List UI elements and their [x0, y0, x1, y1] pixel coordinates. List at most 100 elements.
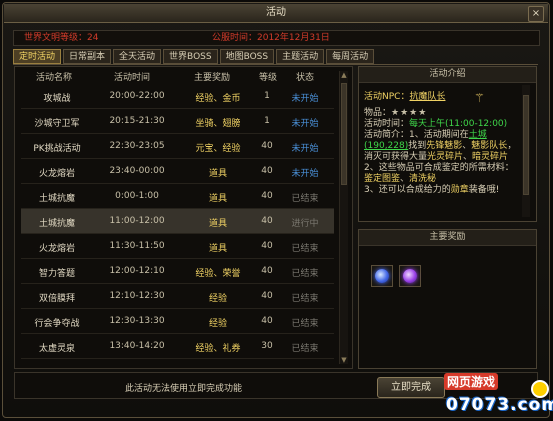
table-row[interactable]: 火龙熔岩 23:40-00:00 道具 40 未开始: [21, 159, 334, 184]
table-row[interactable]: 行会争夺战 12:30-13:30 经验 40 已结束: [21, 309, 334, 334]
activity-level: 40: [261, 166, 273, 176]
activity-time: 22:30-23:05: [109, 141, 165, 151]
activity-level: 40: [261, 266, 273, 276]
watermark-bottom-text: 07073.com: [446, 395, 553, 415]
activity-reward: 道具: [208, 169, 227, 179]
activity-status: 未开始: [291, 119, 319, 129]
activity-time: 20:00-22:00: [109, 91, 165, 101]
activity-time: 13:40-14:20: [109, 341, 165, 351]
activity-time: 12:30-13:30: [109, 316, 165, 326]
table-row[interactable]: 火龙熔岩 11:30-11:50 道具 40 已结束: [21, 234, 334, 259]
scroll-thumb[interactable]: [341, 83, 347, 185]
scroll-down-arrow-icon[interactable]: ▼: [340, 356, 348, 364]
watermark-logo: 网页游戏 07073.com: [440, 373, 553, 419]
activity-reward: 元宝、经验: [195, 144, 241, 154]
activity-name: 双倍膜拜: [38, 294, 75, 304]
table-row[interactable]: 沙城守卫军 20:15-21:30 坐骑、翅膀 1 未开始: [21, 109, 334, 134]
close-button[interactable]: ×: [528, 6, 544, 22]
watermark-ball-icon: [531, 380, 549, 398]
staff-icon: ⚚: [474, 91, 485, 105]
tab-timed-activity[interactable]: 定时活动: [13, 49, 62, 64]
desc3-c: 装备哦!: [468, 185, 500, 195]
blue-orb-icon: [375, 269, 389, 283]
notice-text: 此活动无法使用立即完成功能: [125, 384, 243, 394]
activity-status: 已结束: [291, 294, 319, 304]
activity-time: 12:10-12:30: [109, 291, 165, 301]
activity-time: 11:30-11:50: [109, 241, 165, 251]
reward-slot-2[interactable]: [399, 265, 421, 287]
activity-reward: 经验、礼券: [195, 344, 241, 354]
activity-name: 沙城守卫军: [34, 119, 80, 129]
header-time: 活动时间: [113, 73, 150, 83]
activity-time: 11:00-12:00: [109, 216, 165, 226]
intro-scrollbar[interactable]: [522, 85, 530, 217]
activity-reward: 道具: [208, 219, 227, 229]
rewards-panel: 主要奖励: [358, 229, 537, 369]
activity-reward: 道具: [208, 244, 227, 254]
activity-name: 行会争夺战: [34, 319, 80, 329]
table-row[interactable]: 土城抗魔 0:00-1:00 道具 40 已结束: [21, 184, 334, 209]
activity-status: 已结束: [291, 344, 319, 354]
desc1-i: 暗灵碎片: [472, 152, 509, 162]
intro-scroll-thumb[interactable]: [523, 95, 529, 195]
finish-now-button[interactable]: 立即完成: [377, 377, 445, 398]
tab-theme-activity[interactable]: 主题活动: [276, 49, 325, 64]
activity-time: 23:40-00:00: [109, 166, 165, 176]
item-stars: ★★★★: [391, 108, 428, 118]
activity-reward: 道具: [208, 194, 227, 204]
desc1-d: 、: [462, 141, 472, 151]
desc1-e: 魅影队长: [471, 141, 508, 151]
activity-status: 已结束: [291, 244, 319, 254]
table-row[interactable]: 土城抗魔 11:00-12:00 道具 40 进行中: [21, 209, 334, 234]
activity-level: 1: [264, 116, 270, 126]
activity-level: 40: [261, 141, 273, 151]
activity-name: 火龙熔岩: [38, 244, 75, 254]
reward-slot-1[interactable]: [371, 265, 393, 287]
activity-name: PK挑战活动: [33, 144, 81, 154]
tab-world-boss[interactable]: 世界BOSS: [163, 49, 218, 64]
table-row[interactable]: 攻城战 20:00-22:00 经验、金币 1 未开始: [21, 84, 334, 109]
table-row[interactable]: PK挑战活动 22:30-23:05 元宝、经验 40 未开始: [21, 134, 334, 159]
window-title: 活动: [266, 7, 286, 18]
scroll-up-arrow-icon[interactable]: ▲: [340, 71, 348, 79]
activity-time: 12:00-12:10: [109, 266, 165, 276]
header-name: 活动名称: [35, 73, 72, 83]
activity-status: 已结束: [291, 269, 319, 279]
tab-all-day-activity[interactable]: 全天活动: [113, 49, 162, 64]
activity-status: 已结束: [291, 194, 319, 204]
activity-status: 未开始: [291, 144, 319, 154]
table-row[interactable]: 双倍膜拜 12:10-12:30 经验 40 已结束: [21, 284, 334, 309]
activity-time: 20:15-21:30: [109, 116, 165, 126]
desc1-h: 、: [463, 152, 473, 162]
activity-level: 30: [261, 341, 273, 351]
activity-level: 40: [261, 191, 273, 201]
tab-daily-dungeon[interactable]: 日常副本: [63, 49, 112, 64]
table-scrollbar[interactable]: ▲ ▼: [339, 71, 348, 364]
desc2-a: 2、这些物品可合成鉴定的所需材料：: [364, 163, 514, 173]
intro-panel: 活动介绍 活动NPC：抗魔队长 物品：★★★★ 活动时间：每天上午(11:00-…: [358, 66, 537, 222]
table-row[interactable]: 智力答题 12:00-12:10 经验、荣誉 40 已结束: [21, 259, 334, 284]
time-value: 每天上午(11:00-12:00): [409, 119, 508, 129]
header-level: 等级: [258, 73, 277, 83]
desc2-d: 清洗秘: [409, 174, 437, 184]
npc-name-link[interactable]: 抗魔队长: [409, 92, 445, 102]
desc2-c: 、: [400, 174, 410, 184]
activity-level: 40: [261, 216, 273, 226]
window-titlebar: 活动 ×: [4, 4, 548, 23]
world-level-text: 世界文明等级：24: [24, 33, 99, 43]
activity-name: 土城抗魔: [38, 219, 75, 229]
desc1-a: 活动简介：1、活动期间在: [364, 130, 469, 140]
desc1-g: 光灵碎片: [427, 152, 464, 162]
activity-name: 土城抗魔: [38, 194, 75, 204]
tab-map-boss[interactable]: 地图BOSS: [219, 49, 275, 64]
activity-level: 40: [261, 316, 273, 326]
desc2-b: 鉴定图鉴: [364, 174, 401, 184]
activity-status: 未开始: [291, 169, 319, 179]
desc3-b: 勋章: [450, 185, 469, 195]
purple-orb-icon: [403, 269, 417, 283]
table-row[interactable]: 太虚灵泉 13:40-14:20 经验、礼券 30 已结束: [21, 334, 334, 359]
intro-title: 活动介绍: [359, 67, 536, 83]
activity-status: 已结束: [291, 319, 319, 329]
activity-reward: 经验: [208, 294, 227, 304]
tab-weekly-activity[interactable]: 每周活动: [326, 49, 375, 64]
